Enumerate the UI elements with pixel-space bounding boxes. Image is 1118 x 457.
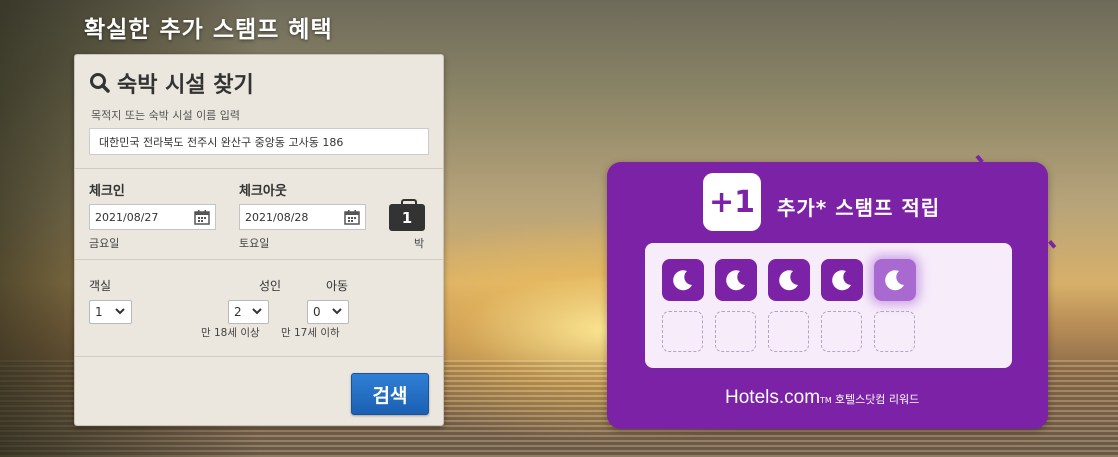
moon-icon — [832, 270, 851, 291]
checkout-day: 토요일 — [239, 237, 270, 250]
stamp-grid — [645, 243, 1012, 368]
brand-suffix: 호텔스닷컴 리워드 — [834, 393, 920, 406]
panel-title: 숙박 시설 찾기 — [89, 67, 254, 99]
divider — [75, 259, 443, 260]
stamp-filled — [821, 259, 863, 301]
checkin-day: 금요일 — [89, 237, 120, 250]
adults-note: 만 18세 이상 — [201, 327, 260, 339]
stamp-empty-slot — [662, 311, 703, 352]
adults-value: 2 — [234, 305, 242, 319]
divider — [75, 168, 443, 169]
checkout-date-field[interactable]: 2021/08/28 — [239, 204, 366, 230]
moon-icon — [885, 270, 904, 291]
calendar-icon[interactable] — [344, 209, 360, 225]
chevron-down-icon — [252, 308, 262, 315]
divider — [75, 356, 443, 357]
scissors-icon — [975, 154, 1059, 252]
children-select[interactable]: 0 — [307, 300, 349, 324]
checkin-date-value: 2021/08/27 — [95, 210, 159, 224]
checkin-label: 체크인 — [89, 184, 125, 199]
chevron-down-icon — [332, 308, 342, 315]
moon-icon — [726, 270, 745, 291]
brand-tm: TM — [820, 396, 832, 405]
destination-input[interactable] — [89, 128, 429, 155]
search-icon — [90, 73, 110, 93]
search-panel: 숙박 시설 찾기 목적지 또는 숙박 시설 이름 입력 체크인 2021/08/… — [74, 54, 444, 426]
destination-label: 목적지 또는 숙박 시설 이름 입력 — [91, 109, 241, 122]
chevron-down-icon — [115, 308, 125, 315]
brand-name: Hotels.com — [725, 387, 821, 408]
rooms-value: 1 — [95, 305, 103, 319]
banner-title: 확실한 추가 스탬프 혜택 — [84, 17, 333, 43]
moon-icon — [673, 270, 692, 291]
stamp-filled — [662, 259, 704, 301]
search-button[interactable]: 검색 — [351, 373, 429, 415]
hotels-brand: Hotels.com TM 호텔스닷컴 리워드 — [725, 387, 919, 409]
checkin-date-field[interactable]: 2021/08/27 — [89, 204, 216, 230]
stamp-empty-slot — [768, 311, 809, 352]
panel-title-text: 숙박 시설 찾기 — [117, 73, 254, 98]
adults-label: 성인 — [259, 279, 282, 293]
stamp-empty-slot — [874, 311, 915, 352]
children-value: 0 — [313, 305, 321, 319]
rooms-label: 객실 — [89, 279, 112, 293]
moon-icon — [779, 270, 798, 291]
checkout-date-value: 2021/08/28 — [245, 210, 309, 224]
stamp-filled — [715, 259, 757, 301]
plus-one-badge: +1 — [703, 173, 761, 231]
checkout-label: 체크아웃 — [239, 184, 287, 199]
nights-label: 박 — [414, 237, 425, 250]
nights-count: 1 — [389, 199, 425, 231]
rooms-select[interactable]: 1 — [89, 300, 132, 324]
children-label: 아동 — [326, 279, 349, 293]
stamp-filled — [874, 259, 916, 301]
children-note: 만 17세 이하 — [281, 327, 340, 339]
stamp-empty-slot — [821, 311, 862, 352]
promo-headline: 추가* 스탬프 적립 — [777, 196, 941, 220]
adults-select[interactable]: 2 — [228, 300, 269, 324]
stamp-filled — [768, 259, 810, 301]
calendar-icon[interactable] — [194, 209, 210, 225]
stamp-empty-slot — [715, 311, 756, 352]
